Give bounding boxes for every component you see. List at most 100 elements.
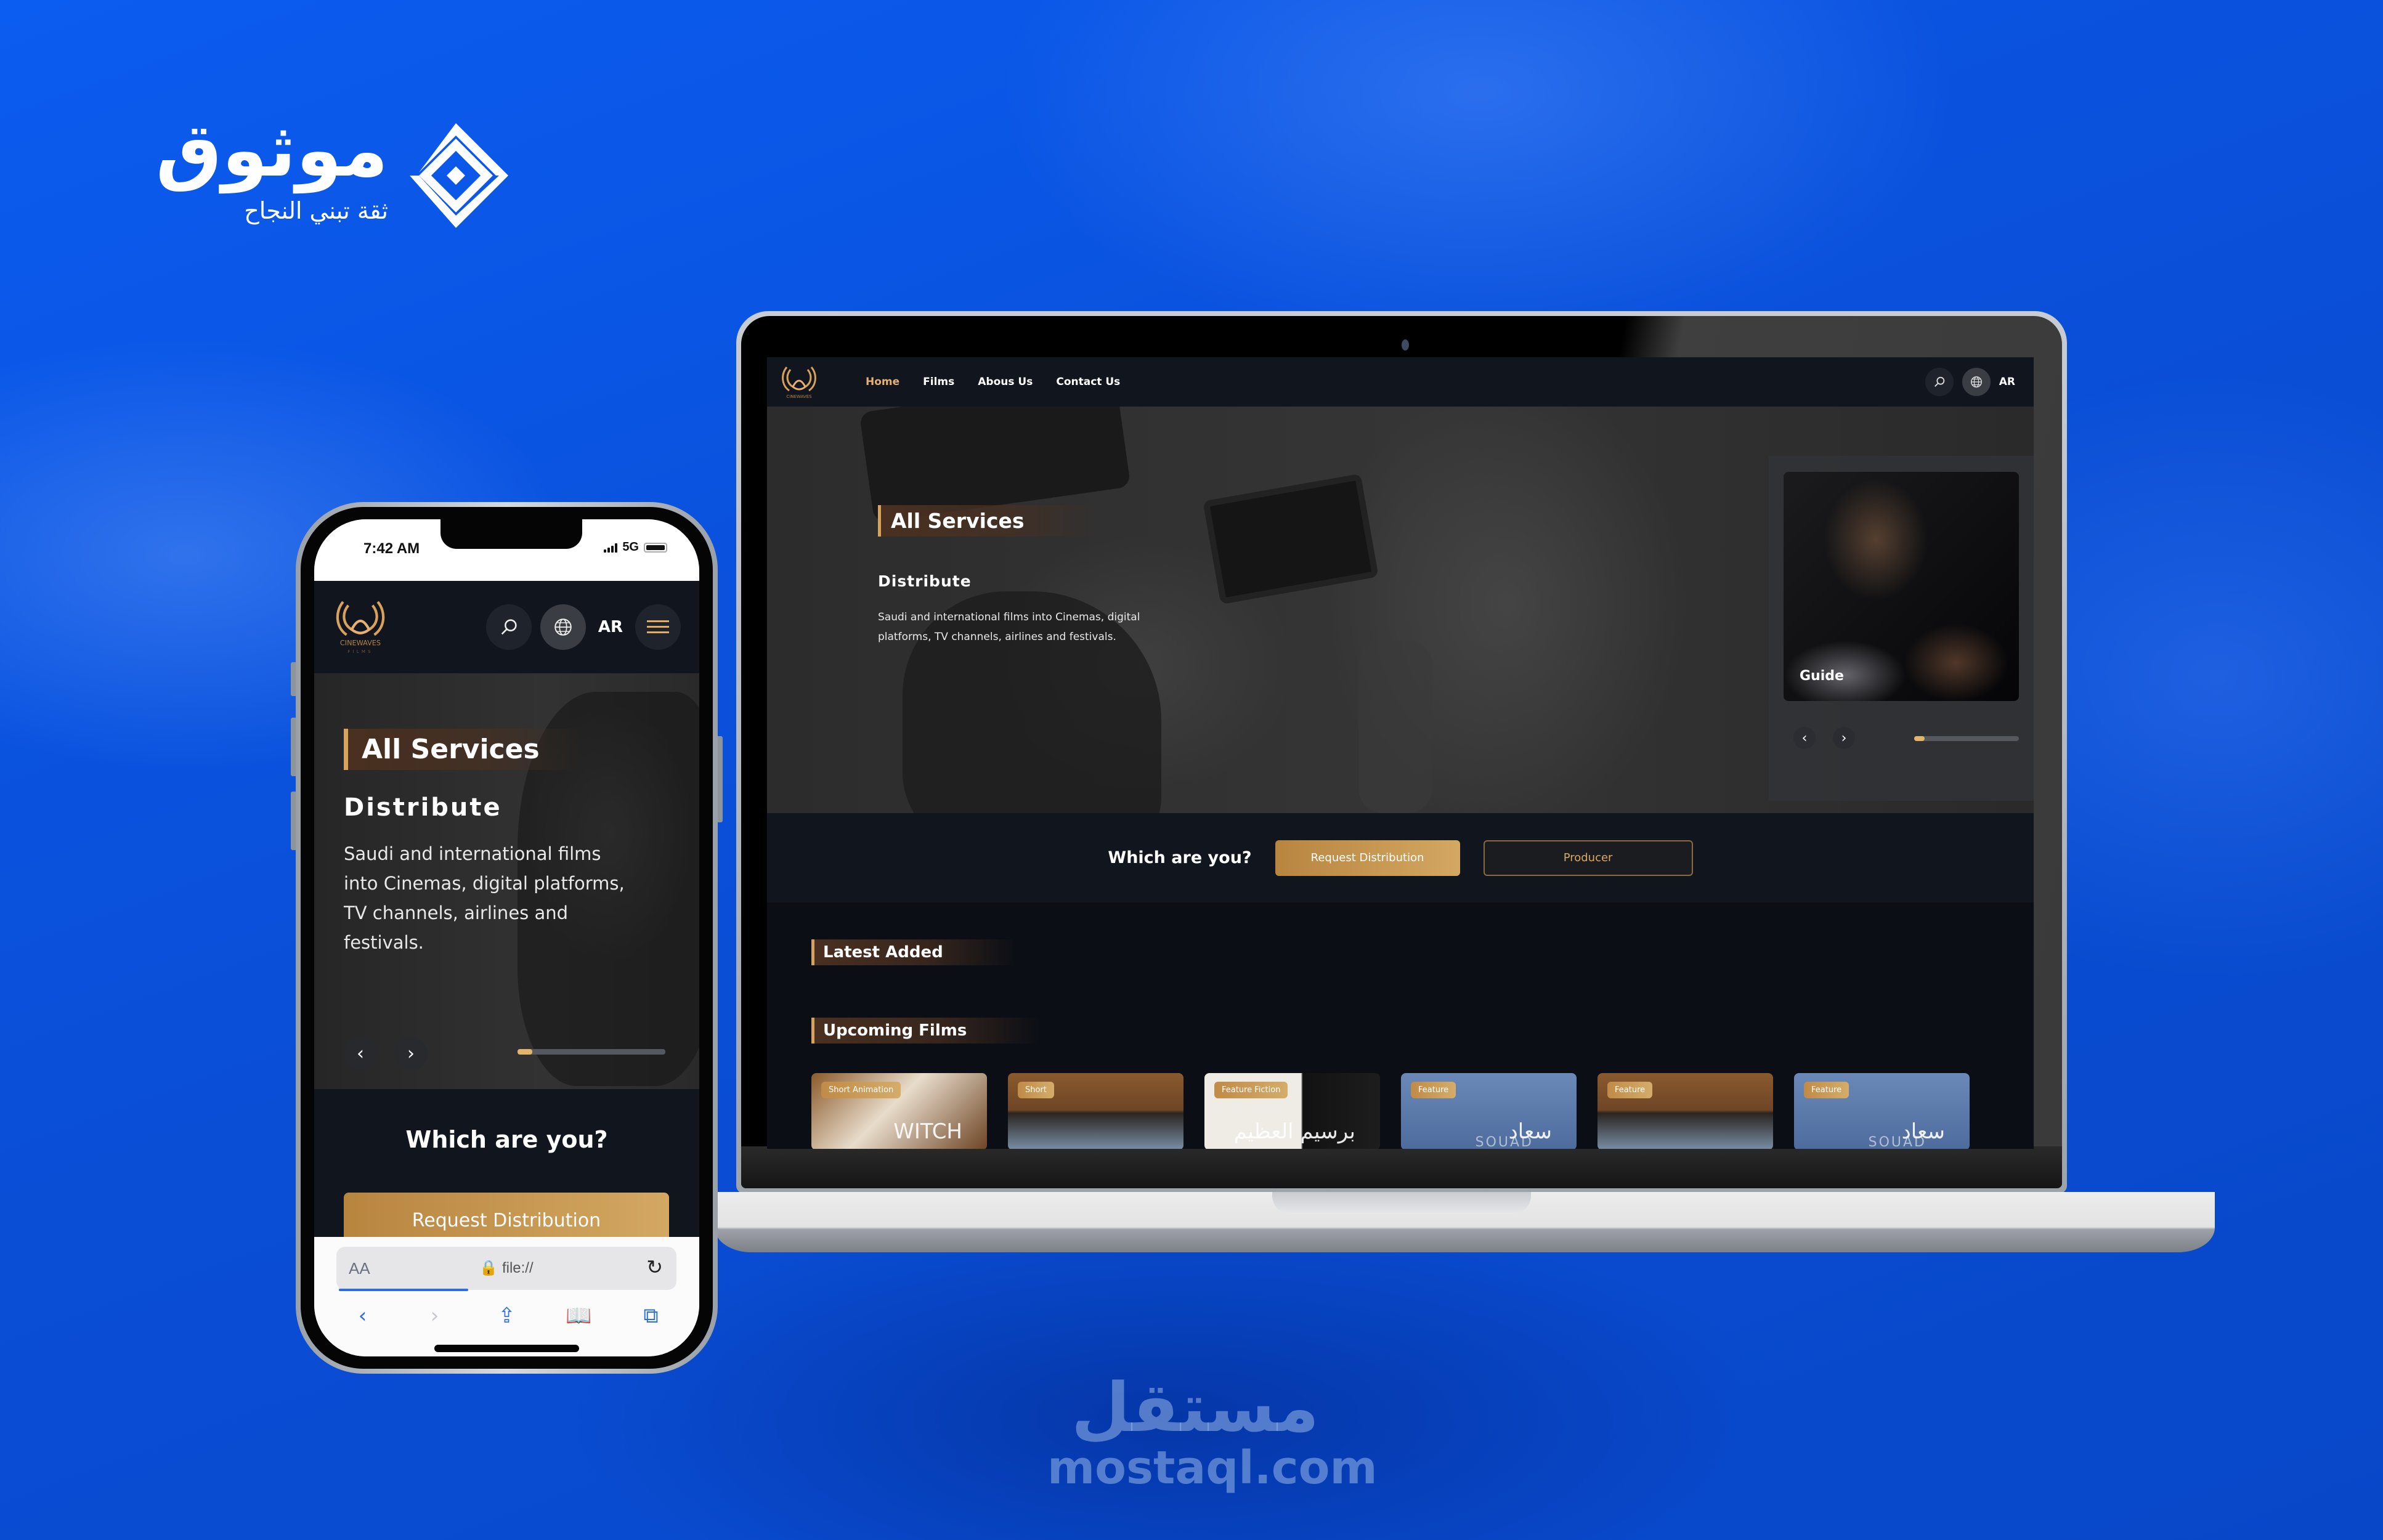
film-card[interactable]: Short (1008, 1073, 1183, 1149)
globe-icon (554, 618, 572, 636)
mostaql-domain: mostaql.com (1047, 1441, 1378, 1494)
chevron-right-icon: › (407, 1042, 415, 1064)
browser-nav-row: ‹ › ⇪ 📖 ⧉ (314, 1303, 699, 1328)
film-category-badge: Feature Fiction (1214, 1082, 1288, 1098)
phone-frame: 7:42 AM 5G CINEWAVES FILMS AR All Servic… (296, 502, 718, 1374)
language-toggle[interactable]: AR (1999, 376, 2015, 388)
brand-tagline: ثقة تبني النجاح (244, 197, 388, 224)
search-button[interactable] (485, 604, 532, 650)
home-indicator (434, 1345, 579, 1352)
status-indicators: 5G (604, 540, 667, 554)
mobile-header-actions: AR (485, 581, 681, 673)
mostaql-watermark: مستقل mostaql.com (1047, 1368, 1378, 1509)
upcoming-films-section: Upcoming Films (811, 1018, 1041, 1044)
film-card[interactable]: Feature سعاد SOUAD (1794, 1073, 1970, 1149)
film-category-badge: Feature (1411, 1082, 1456, 1098)
slider-progress-fill (518, 1049, 532, 1055)
hero-section: All Services Distribute Saudi and intern… (767, 407, 2034, 813)
cinewaves-logo-icon[interactable]: CINEWAVES FILMS (333, 594, 388, 656)
slider-next-button[interactable]: › (394, 1037, 428, 1070)
slider-progress-fill (1914, 736, 1925, 741)
slider-next-button[interactable]: › (1833, 727, 1855, 749)
producer-button[interactable]: Producer (1483, 840, 1693, 876)
search-icon (1934, 376, 1944, 387)
laptop-chin (741, 1146, 2062, 1188)
share-icon[interactable]: ⇪ (489, 1303, 526, 1328)
slider-progress[interactable] (1914, 736, 2019, 741)
slide-label: Guide (1800, 668, 1844, 684)
film-card[interactable]: Feature (1597, 1073, 1773, 1149)
slider-progress[interactable] (518, 1049, 665, 1055)
hero-image-handle (1358, 641, 1432, 813)
hero-text: All Services Distribute Saudi and intern… (344, 729, 627, 957)
film-card[interactable]: Feature سعاد SOUAD (1401, 1073, 1577, 1149)
svg-text:FILMS: FILMS (347, 649, 373, 654)
url-display[interactable]: 🔒 file:// (336, 1259, 676, 1277)
camera-icon (1402, 339, 1409, 351)
chevron-left-icon: ‹ (357, 1042, 364, 1064)
search-icon (501, 619, 517, 635)
language-button[interactable] (1962, 368, 1991, 396)
menu-button[interactable] (635, 604, 681, 650)
url-text: file:// (501, 1260, 534, 1276)
role-question: Which are you? (405, 1126, 608, 1153)
film-card[interactable]: Feature Fiction برسيم العظيم (1204, 1073, 1380, 1149)
nav-link-home[interactable]: Home (866, 376, 899, 388)
language-button[interactable] (540, 604, 586, 650)
mobile-hero: All Services Distribute Saudi and intern… (314, 673, 699, 1089)
nav-link-films[interactable]: Films (923, 376, 954, 388)
forward-icon[interactable]: › (416, 1303, 453, 1328)
mobile-header: CINEWAVES FILMS AR (314, 581, 699, 673)
mostaql-name: مستقل (1071, 1368, 1320, 1447)
request-distribution-button[interactable]: Request Distribution (1275, 840, 1460, 876)
film-card-list: Short Animation WITCH Short Feature Fiction… (811, 1073, 1970, 1149)
site-nav: CINEWAVES Home Films Abous Us Contact Us… (767, 357, 2034, 407)
battery-icon (644, 542, 667, 553)
address-bar[interactable]: AA 🔒 file:// ↻ (336, 1247, 676, 1290)
svg-text:CINEWAVES: CINEWAVES (340, 639, 381, 647)
film-poster-title: WITCH (893, 1119, 962, 1144)
latest-added-heading: Latest Added (811, 939, 1017, 965)
film-poster-title: برسيم العظيم (1233, 1119, 1355, 1144)
cinewaves-logo-icon[interactable]: CINEWAVES (779, 362, 819, 402)
latest-added-section: Latest Added (811, 939, 1017, 965)
lock-icon: 🔒 (479, 1260, 498, 1276)
phone-bezel: 7:42 AM 5G CINEWAVES FILMS AR All Servic… (301, 507, 713, 1369)
phone-notch (440, 519, 582, 549)
language-toggle[interactable]: AR (598, 618, 623, 636)
search-button[interactable] (1925, 368, 1954, 396)
film-category-badge: Short Animation (821, 1082, 901, 1098)
browser-toolbar: AA 🔒 file:// ↻ ‹ › ⇪ 📖 ⧉ (314, 1237, 699, 1356)
film-category-badge: Feature (1804, 1082, 1849, 1098)
hero-text: All Services Distribute Saudi and intern… (878, 505, 1161, 647)
reload-icon[interactable]: ↻ (646, 1255, 663, 1279)
chevron-right-icon: › (1841, 730, 1847, 746)
film-category-badge: Short (1018, 1082, 1054, 1098)
status-time: 7:42 AM (363, 540, 420, 557)
film-card[interactable]: Short Animation WITCH (811, 1073, 987, 1149)
tabs-icon[interactable]: ⧉ (633, 1303, 670, 1328)
hero-description: Saudi and international films into Cinem… (878, 611, 1140, 643)
hero-section-title: All Services (878, 505, 1098, 537)
brand-logo: موثوق ثقة تبني النجاح (156, 114, 524, 237)
upcoming-films-heading: Upcoming Films (811, 1018, 1041, 1044)
laptop-trackpad-notch (1272, 1192, 1531, 1214)
page-load-progress (339, 1289, 468, 1291)
hero-subtitle: Distribute (344, 793, 502, 822)
nav-link-about[interactable]: Abous Us (978, 376, 1033, 388)
signal-icon (604, 543, 618, 553)
laptop-screen: CINEWAVES Home Films Abous Us Contact Us… (767, 357, 2034, 1149)
chevron-left-icon: ‹ (1801, 730, 1808, 746)
bookmarks-icon[interactable]: 📖 (561, 1303, 598, 1328)
slider-prev-button[interactable]: ‹ (1793, 727, 1816, 749)
back-icon[interactable]: ‹ (344, 1303, 381, 1328)
role-selector: Which are you? Request Distribution Prod… (767, 813, 2034, 902)
nav-actions: AR (1925, 357, 2015, 407)
slider-controls: ‹ › (1793, 727, 1855, 749)
nav-link-contact[interactable]: Contact Us (1056, 376, 1120, 388)
hero-subtitle: Distribute (878, 572, 972, 590)
nav-links: Home Films Abous Us Contact Us (866, 357, 1120, 407)
slider-prev-button[interactable]: ‹ (344, 1037, 377, 1070)
hero-section-title: All Services (344, 729, 583, 770)
guide-image[interactable] (1784, 472, 2019, 701)
